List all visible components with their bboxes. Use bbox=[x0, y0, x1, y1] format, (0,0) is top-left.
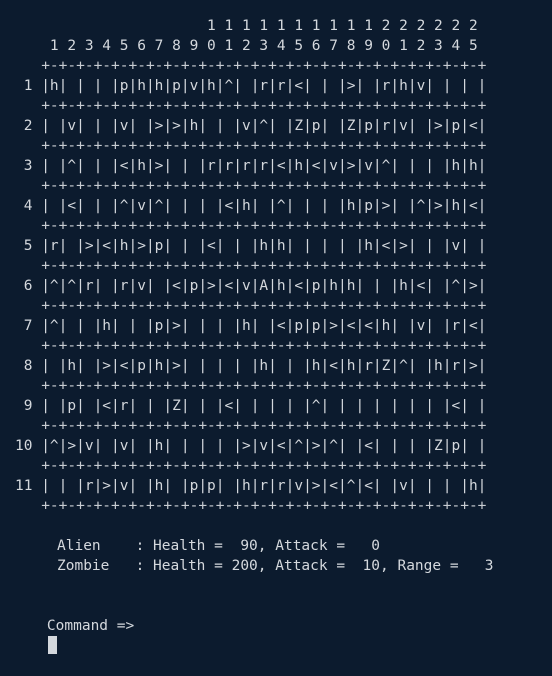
board-row: 8 | |h| |>|<|p|h|>| | | | |h| | |h|<|h|r… bbox=[15, 358, 487, 374]
board-row: 3 | |^| | |<|h|>| | |r|r|r|r|<|h|<|v|>|v… bbox=[15, 158, 487, 174]
board-row: 2 | |v| | |v| |>|>|h| | |v|^| |Z|p| |Z|p… bbox=[15, 118, 487, 134]
board-border: +-+-+-+-+-+-+-+-+-+-+-+-+-+-+-+-+-+-+-+-… bbox=[15, 178, 487, 194]
board-row: 10 |^|>|v| |v| |h| | | | |>|v|<|^|>|^| |… bbox=[15, 438, 487, 454]
board-row: 11 | | |r|>|v| |h| |p|p| |h|r|r|v|>|<|^|… bbox=[15, 478, 487, 494]
column-header-ones: 1 2 3 4 5 6 7 8 9 0 1 2 3 4 5 6 7 8 9 0 … bbox=[15, 38, 478, 54]
board-border: +-+-+-+-+-+-+-+-+-+-+-+-+-+-+-+-+-+-+-+-… bbox=[15, 378, 487, 394]
board-border: +-+-+-+-+-+-+-+-+-+-+-+-+-+-+-+-+-+-+-+-… bbox=[15, 298, 487, 314]
text-cursor bbox=[47, 636, 57, 654]
command-prompt-label: Command => bbox=[46, 618, 135, 634]
zombie-status: Zombie : Health = 200, Attack = 10, Rang… bbox=[57, 558, 494, 574]
board-border: +-+-+-+-+-+-+-+-+-+-+-+-+-+-+-+-+-+-+-+-… bbox=[15, 498, 487, 514]
board-row: 5 |r| |>|<|h|>|p| | |<| | |h|h| | | | |h… bbox=[15, 238, 487, 254]
board-row: 9 | |p| |<|r| | |Z| | |<| | | | |^| | | … bbox=[15, 398, 487, 414]
board-row: 6 |^|^|r| |r|v| |<|p|>|<|v|A|h|<|p|h|h| … bbox=[15, 278, 487, 294]
board-border: +-+-+-+-+-+-+-+-+-+-+-+-+-+-+-+-+-+-+-+-… bbox=[15, 218, 487, 234]
board-row: 4 | |<| | |^|v|^| | | |<|h| |^| | | |h|p… bbox=[15, 198, 487, 214]
column-header-tens: 1 1 1 1 1 1 1 1 1 1 2 2 2 2 2 2 bbox=[15, 18, 478, 34]
board-border: +-+-+-+-+-+-+-+-+-+-+-+-+-+-+-+-+-+-+-+-… bbox=[15, 418, 487, 434]
board-row: 1 |h| | | |p|h|h|p|v|h|^| |r|r|<| | |>| … bbox=[15, 78, 487, 94]
board-border: +-+-+-+-+-+-+-+-+-+-+-+-+-+-+-+-+-+-+-+-… bbox=[15, 258, 487, 274]
board-border: +-+-+-+-+-+-+-+-+-+-+-+-+-+-+-+-+-+-+-+-… bbox=[15, 58, 487, 74]
alien-status: Alien : Health = 90, Attack = 0 bbox=[57, 538, 381, 554]
board-border: +-+-+-+-+-+-+-+-+-+-+-+-+-+-+-+-+-+-+-+-… bbox=[15, 458, 487, 474]
terminal-window: 1 1 1 1 1 1 1 1 1 1 2 2 2 2 2 2 1 2 3 4 … bbox=[0, 0, 552, 654]
board-row: 7 |^| | |h| | |p|>| | | |h| |<|p|p|>|<|<… bbox=[15, 318, 487, 334]
board-border: +-+-+-+-+-+-+-+-+-+-+-+-+-+-+-+-+-+-+-+-… bbox=[15, 338, 487, 354]
board-border: +-+-+-+-+-+-+-+-+-+-+-+-+-+-+-+-+-+-+-+-… bbox=[15, 98, 487, 114]
command-prompt[interactable]: Command => bbox=[12, 596, 134, 654]
board-border: +-+-+-+-+-+-+-+-+-+-+-+-+-+-+-+-+-+-+-+-… bbox=[15, 138, 487, 154]
